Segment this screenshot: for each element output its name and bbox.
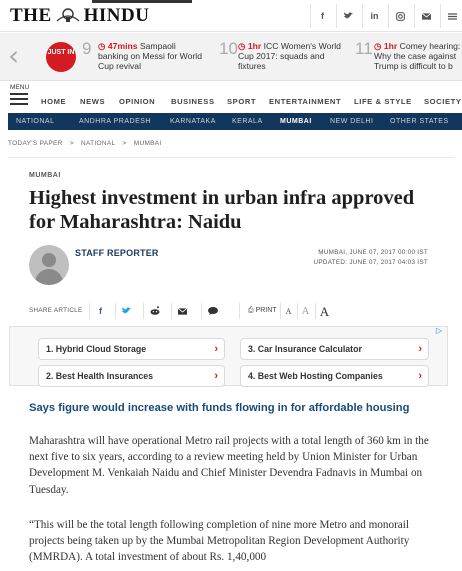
chevron-right-icon: › (214, 370, 218, 382)
updated-date: UPDATED: JUNE 07, 2017 04:03 IST (313, 259, 428, 266)
breadcrumb-separator: > (69, 140, 74, 147)
site-header: THE HINDU f in (0, 0, 462, 32)
site-logo[interactable]: THE HINDU (10, 5, 149, 27)
nav-item-society[interactable]: SOCIETY (424, 97, 462, 106)
published-date: MUMBAI, JUNE 07, 2017 00:00 IST (318, 249, 428, 256)
ticker-time: 47mins (107, 41, 138, 51)
subnav-item-andhra-pradesh[interactable]: ANDHRA PRADESH (79, 118, 151, 125)
menu-label: MENU (10, 84, 30, 91)
ad-link[interactable]: 4. Best Web Hosting Companies › (240, 365, 429, 387)
subnav-item-kerala[interactable]: KERALA (232, 118, 263, 125)
clock-icon: ◷ (374, 41, 382, 51)
article-dateline: MUMBAI, JUNE 07, 2017 00:00 IST UPDATED:… (314, 248, 428, 268)
ticker-headline[interactable]: ◷ 1hr Comey hearing: Why the case agains… (374, 41, 462, 73)
state-subnav: NATIONAL ANDHRA PRADESH KARNATAKA KERALA… (8, 113, 462, 130)
logo-text-hindu: HINDU (83, 5, 150, 26)
twitter-icon[interactable] (336, 4, 360, 28)
print-button[interactable]: ⎙ PRINT (239, 303, 277, 319)
header-strip (92, 0, 192, 3)
font-size-small-button[interactable]: A (280, 303, 296, 319)
nav-item-entertainment[interactable]: ENTERTAINMENT (269, 97, 341, 106)
twitter-share-icon[interactable] (115, 303, 137, 319)
breadcrumb-mumbai[interactable]: MUMBAI (134, 140, 162, 147)
font-size-medium-button[interactable]: A (297, 303, 313, 319)
article-headline: Highest investment in urban infra approv… (29, 187, 415, 233)
subnav-item-karnataka[interactable]: KARNATAKA (170, 118, 216, 125)
logo-text-the: THE (10, 5, 52, 26)
more-icon[interactable] (440, 4, 462, 28)
just-in-badge: JUST IN (46, 42, 76, 72)
nav-item-business[interactable]: BUSINESS (171, 97, 215, 106)
comment-icon[interactable] (201, 303, 223, 319)
breadcrumb-todays-paper[interactable]: TODAY'S PAPER (8, 140, 63, 147)
main-nav: MENU HOME NEWS OPINION BUSINESS SPORT EN… (0, 82, 462, 112)
ticker-prev-icon[interactable]: ‹ (8, 41, 19, 71)
ad-link-label: 2. Best Health Insurances (46, 371, 154, 381)
subnav-item-new-delhi[interactable]: NEW DELHI (330, 118, 373, 125)
section-tag[interactable]: MUMBAI (29, 172, 61, 179)
linkedin-icon[interactable]: in (362, 4, 386, 28)
facebook-share-icon[interactable]: f (89, 303, 111, 319)
share-label: SHARE ARTICLE (29, 307, 83, 314)
emblem-icon (56, 8, 80, 22)
ticker-time: 1hr (383, 41, 398, 51)
ticker-number: 9 (82, 39, 92, 58)
ticker-number: 10 (219, 39, 238, 58)
content-divider (8, 157, 454, 158)
subnav-item-other-states[interactable]: OTHER STATES (390, 118, 449, 125)
breadcrumb: TODAY'S PAPER > NATIONAL > MUMBAI (8, 140, 167, 147)
subnav-item-mumbai[interactable]: MUMBAI (280, 118, 312, 125)
ad-choices-icon[interactable]: ▷ (436, 326, 442, 335)
ticker-time: 1hr (247, 41, 262, 51)
share-bar: SHARE ARTICLE f ⎙ PRINT A A A (29, 303, 339, 319)
instagram-icon[interactable] (388, 4, 412, 28)
breadcrumb-separator: > (122, 140, 127, 147)
print-label: PRINT (255, 307, 277, 314)
ad-link-label: 3. Car Insurance Calculator (248, 344, 362, 354)
ad-link[interactable]: 3. Car Insurance Calculator › (240, 338, 429, 360)
ticker-headline[interactable]: ◷ 47mins Sampaoli banking on Messi for W… (98, 41, 204, 71)
menu-button[interactable]: MENU (10, 84, 32, 108)
facebook-icon[interactable]: f (310, 4, 334, 28)
clock-icon: ◷ (98, 41, 106, 51)
ad-link-label: 4. Best Web Hosting Companies (248, 371, 383, 381)
clock-icon: ◷ (238, 41, 246, 51)
article-paragraph: Maharashtra will have operational Metro … (29, 435, 429, 496)
article-standfirst: Says figure would increase with funds fl… (29, 402, 410, 414)
chevron-right-icon: › (418, 343, 422, 355)
nav-item-life-style[interactable]: LIFE & STYLE (354, 97, 412, 106)
email-share-icon[interactable] (171, 303, 193, 319)
author-name[interactable]: STAFF REPORTER (75, 248, 159, 258)
reddit-share-icon[interactable] (143, 303, 165, 319)
ticker-number: 11 (355, 39, 373, 58)
mail-icon[interactable] (414, 4, 438, 28)
ad-link-label: 1. Hybrid Cloud Storage (46, 344, 147, 354)
ad-link[interactable]: 1. Hybrid Cloud Storage › (38, 338, 225, 360)
ticker-headline[interactable]: ◷ 1hr ICC Women's World Cup 2017: squads… (238, 41, 344, 71)
article-paragraph: “This will be the total length following… (29, 519, 410, 564)
hamburger-icon (10, 93, 32, 105)
print-icon: ⎙ (248, 307, 254, 314)
chevron-right-icon: › (418, 370, 422, 382)
font-size-large-button[interactable]: A (315, 303, 333, 319)
subnav-item-national[interactable]: NATIONAL (16, 118, 55, 125)
nav-item-sport[interactable]: SPORT (227, 97, 256, 106)
nav-item-opinion[interactable]: OPINION (119, 97, 155, 106)
ad-link[interactable]: 2. Best Health Insurances › (38, 365, 225, 387)
just-in-ticker: ‹ JUST IN 9 ◷ 47mins Sampaoli banking on… (0, 33, 462, 81)
chevron-right-icon: › (214, 343, 218, 355)
nav-item-news[interactable]: NEWS (80, 97, 105, 106)
nav-item-home[interactable]: HOME (41, 97, 66, 106)
breadcrumb-national[interactable]: NATIONAL (81, 140, 115, 147)
author-avatar (29, 245, 69, 285)
